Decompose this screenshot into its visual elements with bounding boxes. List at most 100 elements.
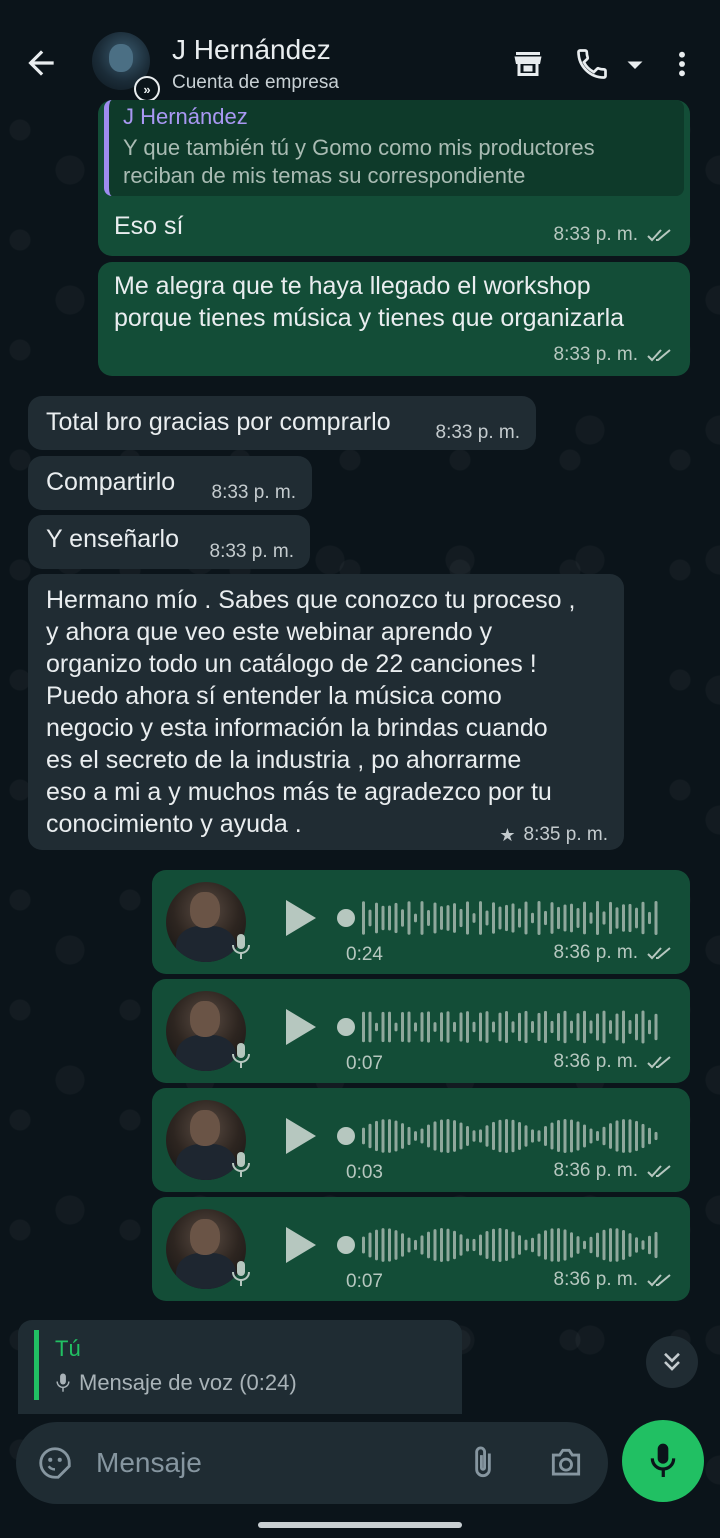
waveform-bar [537,1130,541,1142]
waveform-bar [635,1237,638,1253]
play-icon[interactable] [282,1116,318,1156]
waveform-bar [622,1229,625,1261]
waveform-bar [615,1228,619,1262]
waveform-bar [511,1119,515,1153]
store-icon[interactable] [510,46,546,82]
message-meta: 8:33 p. m. [554,344,675,366]
phone-icon[interactable] [574,46,610,82]
audio-waveform[interactable] [336,1009,666,1045]
attach-icon[interactable] [464,1444,502,1482]
quoted-message[interactable]: J Hernández Y que también tú y Gomo como… [104,100,684,196]
play-icon[interactable] [282,1007,318,1047]
waveform-bar [524,1010,528,1044]
voice-duration: 0:24 [346,944,383,965]
audio-waveform[interactable] [336,1227,666,1263]
incoming-message[interactable]: Total bro gracias por comprarlo 8:33 p. … [28,396,536,450]
waveform-bar [635,1120,638,1152]
contact-subtitle[interactable]: Cuenta de empresa [172,72,339,94]
voice-record-button[interactable] [622,1420,704,1502]
mic-icon [56,1373,70,1392]
message-time: 8:33 p. m. [553,224,639,245]
double-check-icon [647,1056,671,1069]
waveform-bar [583,1240,586,1250]
waveform-bar [648,911,651,925]
message-composer [16,1422,608,1504]
waveform-bar [654,1131,658,1141]
more-vert-icon[interactable] [666,46,698,82]
waveform-bar [641,1010,645,1044]
voice-message[interactable]: 0:03 8:36 p. m. [152,1088,690,1192]
waveform-bar [550,1122,554,1150]
message-meta: ★ 8:35 p. m. [499,824,608,846]
waveform-bar [537,1233,541,1257]
message-time: 8:36 p. m. [553,1160,639,1181]
waveform-bar [459,908,463,928]
waveform-bar [570,903,573,933]
waveform-bar [654,1013,658,1041]
waveform-bar [511,1021,515,1033]
mic-icon [650,1443,676,1477]
scroll-to-bottom-button[interactable] [646,1336,698,1388]
waveform-bar [368,1011,372,1043]
waveform-bar [420,1235,424,1255]
waveform-bar [648,1235,651,1255]
waveform-bar [583,1010,586,1044]
contact-name[interactable]: J Hernández [172,34,331,66]
sticker-icon[interactable] [36,1444,74,1482]
voice-message[interactable]: 0:24 8:36 p. m. [152,870,690,974]
camera-icon[interactable] [546,1444,586,1482]
waveform-bar [401,1123,404,1149]
message-meta: 8:33 p. m. [554,224,675,246]
incoming-message[interactable]: Compartirlo 8:33 p. m. [28,456,312,510]
waveform-bar [401,1012,404,1042]
waveform-bar [388,1228,391,1262]
message-text: Eso sí [114,212,184,240]
message-time: 8:33 p. m. [209,541,295,562]
waveform-bar [524,1125,528,1147]
waveform-bar [492,1021,495,1033]
message-time: 8:36 p. m. [553,1051,639,1072]
waveform-bar [537,901,541,935]
waveform-bar [563,904,567,932]
reply-preview[interactable]: Tú Mensaje de voz (0:24) [18,1320,462,1414]
play-icon[interactable] [282,1225,318,1265]
dropdown-icon[interactable] [620,46,650,82]
outgoing-message[interactable]: Me alegra que te haya llegado el worksho… [98,262,690,376]
waveform-bar [375,1120,378,1152]
waveform-bar [440,1119,443,1153]
waveform-bar [433,902,437,934]
message-meta: 8:36 p. m. [554,942,675,964]
waveform-bar [479,1012,482,1042]
voice-message[interactable]: 0:07 8:36 p. m. [152,979,690,1083]
voice-message[interactable]: 0:07 8:36 p. m. [152,1197,690,1301]
waveform-bar [531,1021,534,1033]
waveform-playhead [337,1018,355,1036]
message-input[interactable] [96,1440,396,1486]
waveform-bar [602,1010,606,1044]
waveform-bar [381,1011,385,1043]
outgoing-message[interactable]: J Hernández Y que también tú y Gomo como… [98,100,690,256]
waveform-bar [524,901,528,935]
waveform-bar [628,1019,632,1035]
incoming-message[interactable]: Y enseñarlo 8:33 p. m. [28,515,310,569]
reply-author: Tú [55,1336,81,1361]
back-arrow-icon[interactable] [22,44,60,82]
incoming-message[interactable]: Hermano mío . Sabes que conozco tu proce… [28,574,624,850]
waveform-bar [381,1119,385,1153]
waveform-bar [550,1228,554,1262]
waveform-bar [453,1120,456,1152]
play-icon[interactable] [282,898,318,938]
waveform-bar [420,901,424,935]
waveform-playhead [337,909,355,927]
waveform-bar [394,1022,398,1032]
waveform-bar [466,1126,469,1146]
waveform-bar [596,1131,599,1141]
double-check-icon [647,349,671,362]
waveform-bar [641,1240,645,1250]
waveform-bar [381,905,385,931]
audio-waveform[interactable] [336,900,666,936]
waveform-bar [459,1122,463,1150]
message-time: 8:33 p. m. [211,482,297,503]
audio-waveform[interactable] [336,1118,666,1154]
waveform-bar [459,1012,463,1042]
